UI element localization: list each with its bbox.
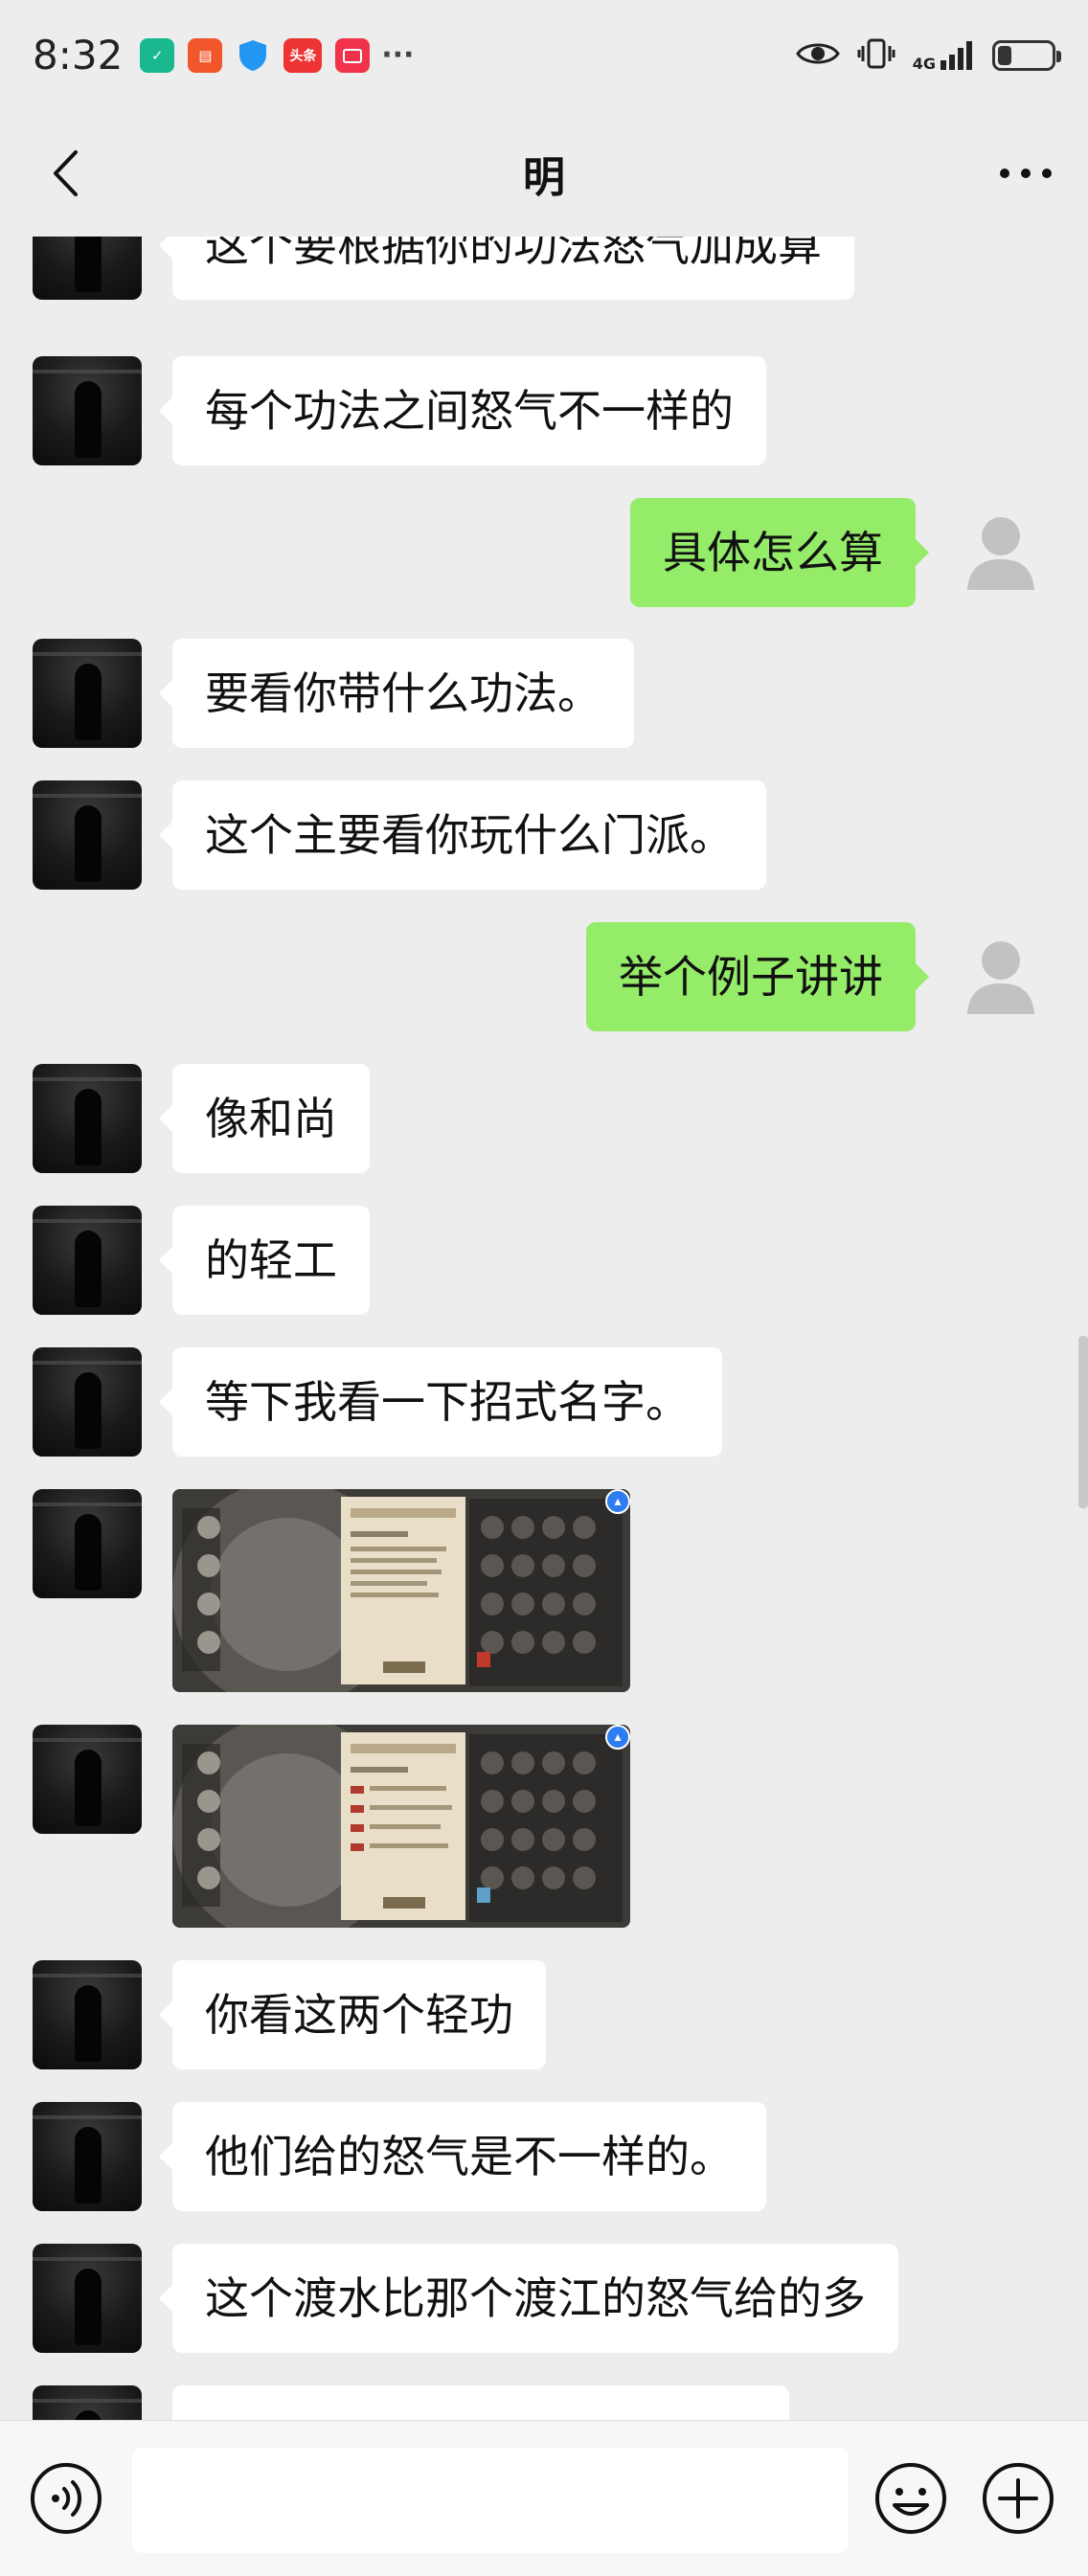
more-notifications-icon: ···: [381, 38, 415, 72]
avatar-image: [33, 237, 142, 300]
message-bubble[interactable]: 这个要根据你的功法怒气加成算: [159, 237, 854, 300]
toutiao-icon: 头条: [283, 37, 323, 73]
shield-app-icon: ✓: [140, 37, 175, 73]
my-avatar[interactable]: [946, 922, 1055, 1031]
network-label: 4G: [912, 54, 936, 73]
plus-icon: [983, 2463, 1054, 2534]
image-badge-icon: ▴: [605, 1725, 630, 1750]
status-time: 8:32: [33, 32, 124, 79]
more-dots-icon: [1000, 169, 1052, 178]
contact-avatar[interactable]: [33, 1206, 142, 1315]
contact-avatar[interactable]: [33, 1064, 142, 1173]
status-right: 4G: [795, 0, 1061, 110]
scrollbar[interactable]: [1078, 1336, 1088, 1508]
avatar-image: [33, 2102, 142, 2211]
avatar-image: [33, 1489, 142, 1598]
avatar-image: [33, 1725, 142, 1834]
image-message[interactable]: [172, 1725, 630, 1928]
eye-icon: [795, 39, 840, 72]
red-app-icon: [335, 37, 371, 73]
default-avatar-icon: [946, 922, 1055, 1031]
more-functions-button[interactable]: [981, 2461, 1055, 2536]
battery-icon: [992, 39, 1061, 71]
status-bar: 8:32 ✓ ▤ 头条 ··· 4G: [0, 0, 1088, 110]
avatar-image: [33, 1960, 142, 2069]
contact-avatar[interactable]: [33, 1347, 142, 1457]
input-bar: [0, 2420, 1088, 2576]
game-screenshot-image: [172, 1725, 630, 1928]
avatar-image: [33, 1206, 142, 1315]
avatar-image: [33, 2244, 142, 2353]
chevron-left-icon: [54, 150, 78, 196]
default-avatar-icon: [946, 498, 1055, 607]
more-options-button[interactable]: [992, 148, 1059, 198]
notification-icons: ✓ ▤ 头条 ···: [140, 37, 415, 73]
contact-avatar[interactable]: [33, 639, 142, 748]
contact-avatar[interactable]: [33, 1725, 142, 1834]
voice-icon: [31, 2463, 102, 2534]
contact-avatar[interactable]: [33, 1960, 142, 2069]
message-bubble[interactable]: 每个功法之间怒气不一样的: [159, 356, 766, 465]
message-bubble[interactable]: 要看你带什么功法。: [159, 639, 634, 748]
message-bubble[interactable]: 的轻工: [159, 1206, 370, 1315]
message-bubble[interactable]: 具体怎么算: [630, 498, 929, 607]
message-bubble[interactable]: 这个渡水比那个渡江的怒气给的多: [159, 2244, 898, 2353]
image-badge-icon: ▴: [605, 1489, 630, 1514]
signal-icon: 4G: [913, 39, 975, 72]
chat-title: 明: [523, 153, 565, 202]
blue-shield-icon: [236, 38, 270, 73]
avatar-image: [33, 1064, 142, 1173]
my-avatar[interactable]: [946, 498, 1055, 607]
avatar-image: [33, 356, 142, 465]
image-message[interactable]: [172, 1489, 630, 1692]
contact-avatar[interactable]: [33, 356, 142, 465]
message-bubble[interactable]: 等下我看一下招式名字。: [159, 1347, 722, 1457]
vibrate-icon: [857, 37, 895, 74]
colorful-app-icon: ▤: [188, 37, 223, 73]
message-bubble[interactable]: 这个主要看你玩什么门派。: [159, 780, 766, 890]
contact-avatar[interactable]: [33, 780, 142, 890]
contact-avatar[interactable]: [33, 2244, 142, 2353]
back-button[interactable]: [38, 147, 92, 200]
avatar-image: [33, 1347, 142, 1457]
message-bubble-partial[interactable]: [172, 2385, 789, 2420]
contact-avatar[interactable]: [33, 2102, 142, 2211]
battery-fill: [998, 45, 1011, 65]
message-input[interactable]: [132, 2448, 849, 2553]
message-bubble[interactable]: 举个例子讲讲: [586, 922, 929, 1031]
contact-avatar[interactable]: [33, 1489, 142, 1598]
avatar-image: [33, 639, 142, 748]
message-bubble[interactable]: 像和尚: [159, 1064, 370, 1173]
message-list[interactable]: 这个要根据你的功法怒气加成算 每个功法之间怒气不一样的 具体怎么算 要看你带什么…: [0, 237, 1088, 2420]
contact-avatar[interactable]: [33, 2385, 142, 2420]
chat-header: 明: [0, 110, 1088, 237]
avatar-image: [33, 2385, 142, 2420]
avatar-image: [33, 780, 142, 890]
message-bubble[interactable]: 他们给的怒气是不一样的。: [159, 2102, 766, 2211]
emoji-button[interactable]: [873, 2461, 948, 2536]
contact-avatar[interactable]: [33, 237, 142, 300]
emoji-icon: [875, 2463, 946, 2534]
message-bubble[interactable]: 你看这两个轻功: [159, 1960, 546, 2069]
voice-button[interactable]: [29, 2461, 103, 2536]
game-screenshot-image: [172, 1489, 630, 1692]
